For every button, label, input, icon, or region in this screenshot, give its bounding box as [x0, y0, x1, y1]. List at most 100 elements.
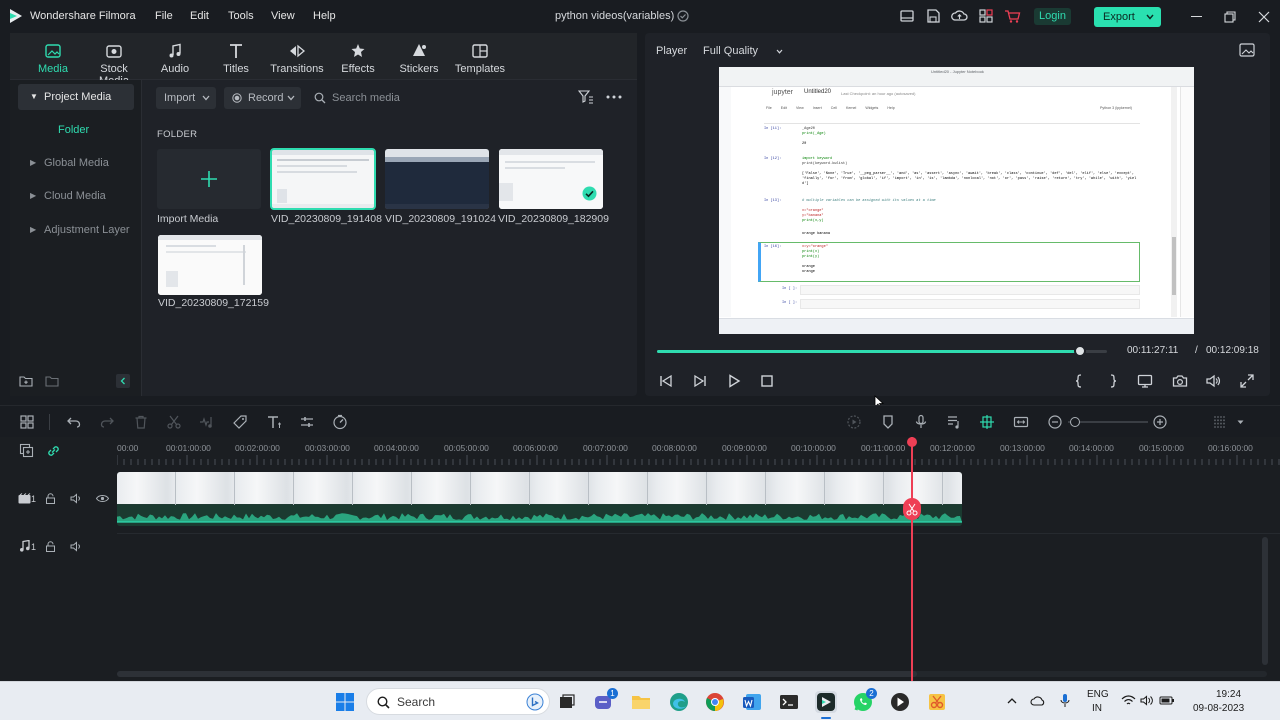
tab-stickers[interactable]: Stickers	[389, 43, 449, 75]
mic-tray-icon[interactable]	[1060, 693, 1070, 708]
project-status-icon[interactable]	[677, 10, 689, 22]
layout-grid-icon[interactable]	[19, 414, 35, 430]
render-preview-icon[interactable]	[846, 414, 862, 430]
sidebar-item-project-media[interactable]: ▼ Project Media	[18, 84, 134, 110]
microphone-icon[interactable]	[913, 414, 929, 430]
scrollbar-thumb[interactable]	[117, 671, 917, 677]
snipping-tool-icon[interactable]	[926, 691, 948, 713]
more-options-icon[interactable]	[606, 95, 622, 99]
taskbar-search[interactable]: Search	[366, 688, 550, 715]
record-dropdown[interactable]: Record	[224, 87, 301, 109]
file-explorer-icon[interactable]	[630, 691, 652, 713]
speed-icon[interactable]	[332, 414, 348, 430]
marker-shield-icon[interactable]	[880, 414, 896, 430]
apps-grid-icon[interactable]	[978, 8, 995, 25]
word-icon[interactable]	[741, 691, 763, 713]
media-player-icon[interactable]	[889, 691, 911, 713]
add-track-icon[interactable]	[19, 443, 34, 458]
task-view-icon[interactable]	[556, 691, 578, 713]
tab-titles[interactable]: Titles	[206, 43, 266, 75]
volume-tray-icon[interactable]	[1140, 695, 1154, 706]
text-icon[interactable]	[266, 414, 282, 430]
tray-chevron-up-icon[interactable]	[1007, 697, 1017, 704]
sidebar-item-folder[interactable]: Folder	[18, 117, 134, 143]
tag-icon[interactable]	[232, 414, 248, 430]
cart-icon[interactable]	[1004, 8, 1021, 25]
edge-browser-icon[interactable]	[668, 691, 690, 713]
stop-icon[interactable]	[759, 373, 775, 389]
volume-icon[interactable]	[1205, 373, 1221, 389]
menu-edit[interactable]: Edit	[190, 10, 209, 22]
snapshot-gallery-icon[interactable]	[1239, 43, 1255, 57]
tab-audio[interactable]: Audio	[145, 43, 205, 75]
minimize-icon[interactable]	[1191, 16, 1202, 17]
snapshot-camera-icon[interactable]	[1172, 373, 1188, 389]
zoom-slider-knob[interactable]	[1070, 417, 1080, 427]
lock-icon[interactable]	[45, 541, 56, 552]
playback-progress-track[interactable]	[657, 350, 1107, 353]
quality-dropdown[interactable]: Full Quality	[703, 45, 787, 59]
play-icon[interactable]	[726, 373, 742, 389]
tab-templates[interactable]: Templates	[450, 43, 510, 75]
mark-out-icon[interactable]	[1105, 373, 1121, 389]
collapse-sidebar-button[interactable]	[116, 374, 130, 388]
previous-frame-icon[interactable]	[658, 373, 674, 389]
link-icon[interactable]	[46, 444, 61, 458]
sidebar-item-adjustment-layer[interactable]: ▶ Adjustment Layer	[18, 217, 134, 243]
chevron-down-icon[interactable]	[1237, 420, 1244, 425]
login-button[interactable]: Login	[1034, 8, 1071, 25]
next-frame-icon[interactable]	[692, 373, 708, 389]
horizontal-scrollbar[interactable]	[117, 671, 1267, 677]
menu-file[interactable]: File	[155, 10, 173, 22]
playhead-handle[interactable]	[907, 437, 917, 447]
voiceover-list-icon[interactable]	[946, 414, 962, 430]
language-indicator-line2[interactable]: IN	[1092, 703, 1102, 714]
folder-icon[interactable]	[45, 375, 59, 387]
mute-speaker-icon[interactable]	[70, 541, 82, 552]
eye-icon[interactable]	[96, 494, 109, 503]
cloud-upload-icon[interactable]	[951, 8, 968, 25]
import-media-tile[interactable]	[157, 149, 261, 209]
layout-icon[interactable]	[899, 8, 916, 25]
playhead[interactable]	[903, 437, 921, 682]
search-media[interactable]: Search media	[312, 87, 552, 109]
clock-date[interactable]: 09-08-2023	[1193, 703, 1244, 714]
menu-tools[interactable]: Tools	[228, 10, 254, 22]
menu-help[interactable]: Help	[313, 10, 336, 22]
import-dropdown[interactable]: Import	[156, 87, 216, 109]
close-icon[interactable]	[1258, 11, 1270, 23]
sidebar-item-cloud-media[interactable]: ▶ Cloud Media	[18, 183, 134, 209]
video-clip[interactable]	[117, 472, 962, 526]
zoom-out-icon[interactable]	[1047, 414, 1063, 430]
filmora-taskbar-icon[interactable]	[815, 691, 837, 713]
display-settings-icon[interactable]	[1137, 373, 1153, 389]
split-scissors-icon[interactable]	[166, 414, 182, 430]
restore-icon[interactable]	[1224, 11, 1236, 23]
zoom-slider[interactable]	[1068, 417, 1148, 427]
timeline-ruler[interactable]: 00:00 00:01:00:00 00:02:00:00 00:03:00:0…	[117, 437, 1280, 467]
media-thumb[interactable]	[270, 148, 376, 210]
wifi-icon[interactable]	[1121, 695, 1136, 706]
vertical-scrollbar[interactable]	[1262, 537, 1268, 665]
zoom-in-icon[interactable]	[1152, 414, 1168, 430]
menu-view[interactable]: View	[271, 10, 295, 22]
search-input[interactable]: Search media	[332, 92, 400, 104]
playback-scrubber[interactable]	[1074, 345, 1086, 357]
chrome-browser-icon[interactable]	[704, 691, 726, 713]
export-button[interactable]: Export	[1094, 7, 1161, 27]
tab-transitions[interactable]: Transitions	[267, 43, 327, 75]
clock-time[interactable]: 19:24	[1216, 689, 1241, 700]
track-options-icon[interactable]	[1212, 414, 1228, 430]
media-thumb[interactable]	[158, 235, 262, 295]
mark-in-icon[interactable]	[1071, 373, 1087, 389]
battery-icon[interactable]	[1159, 695, 1175, 706]
tab-media[interactable]: Media	[23, 43, 83, 75]
terminal-icon[interactable]	[778, 691, 800, 713]
audio-stretch-icon[interactable]	[199, 414, 215, 430]
snap-magnet-icon[interactable]	[979, 414, 995, 430]
language-indicator-line1[interactable]: ENG	[1087, 689, 1109, 700]
windows-start-icon[interactable]	[334, 691, 356, 713]
tab-effects[interactable]: Effects	[328, 43, 388, 75]
fullscreen-icon[interactable]	[1239, 373, 1255, 389]
sidebar-item-global-media[interactable]: ▶ Global Media	[18, 150, 134, 176]
